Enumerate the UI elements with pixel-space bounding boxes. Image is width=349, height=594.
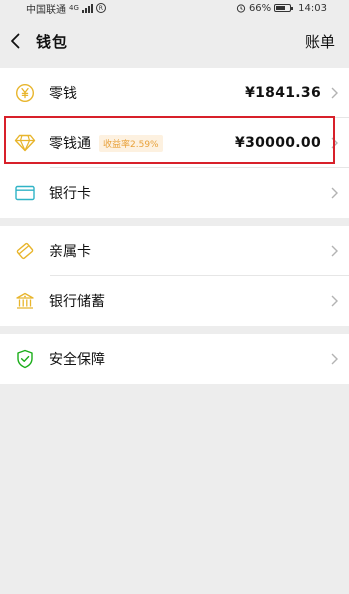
wallet-group-family: 亲属卡 银行储蓄 bbox=[0, 226, 349, 326]
wallet-item-bank-savings[interactable]: 银行储蓄 bbox=[0, 276, 349, 326]
chevron-right-icon bbox=[329, 295, 339, 307]
page-title: 钱包 bbox=[36, 32, 69, 51]
chevron-right-icon bbox=[329, 87, 339, 99]
chevron-right-icon bbox=[329, 353, 339, 365]
change-balance: ¥1841.36 bbox=[245, 85, 321, 101]
wallet-item-label: 银行卡 bbox=[49, 186, 91, 202]
wallet-item-bank-card[interactable]: 银行卡 bbox=[0, 168, 349, 218]
signal-icon bbox=[81, 3, 93, 13]
wallet-item-change[interactable]: 零钱 ¥1841.36 bbox=[0, 68, 349, 118]
clock-time: 14:03 bbox=[298, 2, 327, 14]
alarm-icon bbox=[236, 4, 246, 13]
nav-bar: 钱包 账单 bbox=[0, 16, 349, 66]
shield-check-icon bbox=[14, 348, 36, 370]
wallet-item-label: 银行储蓄 bbox=[49, 294, 105, 310]
battery-icon bbox=[274, 4, 294, 12]
bill-button[interactable]: 账单 bbox=[305, 31, 335, 52]
wallet-group-funds: 零钱 ¥1841.36 零钱通 收益率2.59% ¥30000.00 银行卡 bbox=[0, 68, 349, 218]
carrier-name: 中国联通 bbox=[26, 4, 66, 16]
wallet-item-label: 零钱 bbox=[49, 86, 77, 102]
battery-percent: 66% bbox=[248, 2, 272, 14]
yen-coin-icon bbox=[14, 82, 36, 104]
wallet-item-label: 安全保障 bbox=[49, 352, 105, 368]
lingqiantong-balance: ¥30000.00 bbox=[235, 135, 321, 151]
diamond-icon bbox=[14, 132, 36, 154]
family-card-icon bbox=[14, 240, 36, 262]
hd-call-icon: R bbox=[95, 3, 106, 13]
wallet-item-lingqiantong[interactable]: 零钱通 收益率2.59% ¥30000.00 bbox=[0, 118, 349, 168]
wallet-item-label: 零钱通 bbox=[49, 136, 91, 152]
chevron-left-icon[interactable] bbox=[10, 31, 26, 51]
wallet-item-family-card[interactable]: 亲属卡 bbox=[0, 226, 349, 276]
wallet-group-security: 安全保障 bbox=[0, 334, 349, 384]
chevron-right-icon bbox=[329, 137, 339, 149]
card-icon bbox=[14, 182, 36, 204]
status-bar: 中国联通 4G R 66% 14:03 bbox=[0, 0, 349, 16]
wallet-item-label: 亲属卡 bbox=[49, 244, 91, 260]
chevron-right-icon bbox=[329, 245, 339, 257]
chevron-right-icon bbox=[329, 187, 339, 199]
yield-rate-badge: 收益率2.59% bbox=[99, 134, 163, 152]
wallet-item-security[interactable]: 安全保障 bbox=[0, 334, 349, 384]
bank-icon bbox=[14, 290, 36, 312]
network-type: 4G bbox=[69, 4, 79, 12]
